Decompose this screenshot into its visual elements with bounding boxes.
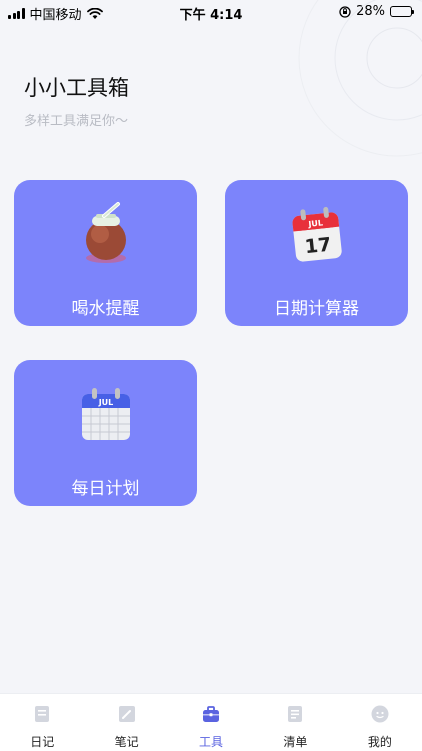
tab-profile[interactable]: 我的: [338, 694, 422, 751]
tab-label: 我的: [367, 735, 392, 749]
calendar-plan-icon: JUL: [81, 388, 130, 440]
page-title: 小小工具箱: [24, 76, 129, 100]
water-jar-icon: [85, 202, 126, 263]
tab-label: 工具: [199, 735, 224, 749]
tab-label: 笔记: [114, 735, 139, 749]
tab-notes[interactable]: 笔记: [84, 694, 168, 751]
calendar-month-text: JUL: [306, 218, 322, 229]
tool-card-date-calculator[interactable]: JUL 17 日期计算器: [225, 180, 408, 326]
calendar-date-icon: JUL 17: [292, 206, 342, 262]
note-icon: [118, 706, 135, 722]
tool-card-label: 日期计算器: [274, 299, 359, 319]
tool-card-label: 每日计划: [71, 479, 140, 499]
tab-label: 清单: [283, 735, 308, 749]
tool-card-daily-plan[interactable]: JUL 每日计划: [14, 360, 197, 506]
page-subtitle: 多样工具满足你～: [24, 114, 129, 129]
tool-card-water-reminder[interactable]: 喝水提醒: [14, 180, 197, 326]
tab-label: 日记: [30, 735, 55, 749]
tab-diary[interactable]: 日记: [0, 694, 84, 751]
tab-checklist[interactable]: 清单: [253, 694, 337, 751]
tool-card-label: 喝水提醒: [71, 299, 140, 319]
decorative-rings: [298, 0, 422, 157]
diary-icon: [35, 706, 50, 722]
tab-bar: 日记 笔记 工具 清单 我的: [0, 693, 422, 751]
calendar-month-text: JUL: [97, 398, 113, 407]
toolbox-icon: [203, 706, 220, 722]
calendar-day-text: 17: [303, 234, 332, 259]
tab-tools[interactable]: 工具: [169, 694, 253, 751]
profile-icon: [371, 705, 389, 723]
checklist-icon: [288, 706, 303, 722]
